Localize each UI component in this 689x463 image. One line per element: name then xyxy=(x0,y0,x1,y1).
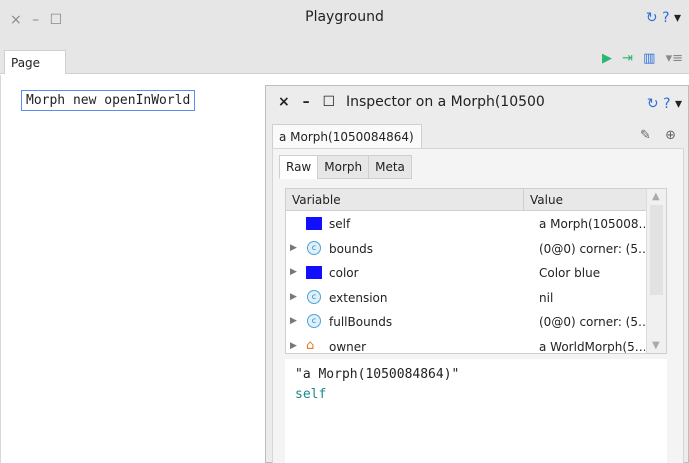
table-row[interactable]: ▶ c extension nil xyxy=(286,286,646,311)
playground-titlebar: × – ☐ Playground ↻ ? ▾ xyxy=(0,0,689,46)
more-icon[interactable]: ▾≡ xyxy=(666,51,683,66)
eval-code: self xyxy=(295,387,327,402)
table-rows: self a Morph(105008… ▶ c bounds (0@0) co… xyxy=(286,212,646,354)
help-button[interactable]: ? xyxy=(663,96,670,112)
variables-table: Variable Value self a Morph(105008… ▶ c … xyxy=(285,188,667,354)
blue-square-icon xyxy=(306,217,322,230)
variable-value: Color blue xyxy=(539,266,601,281)
window-title: Playground xyxy=(305,9,384,25)
magnifier-icon[interactable]: ⊕ xyxy=(665,128,676,143)
variable-name: color xyxy=(329,266,359,281)
table-row[interactable]: self a Morph(105008… xyxy=(286,212,646,237)
tab-morph[interactable]: Morph xyxy=(317,155,370,179)
code-line[interactable]: Morph new openInWorld xyxy=(21,90,196,111)
variable-name: owner xyxy=(329,339,367,354)
blue-square-icon xyxy=(306,266,322,280)
column-variable[interactable]: Variable xyxy=(292,193,341,207)
variable-name: extension xyxy=(329,290,388,305)
house-icon: ⌂ xyxy=(306,337,315,353)
menu-arrow-icon[interactable]: ▾ xyxy=(675,96,682,112)
variable-value: (0@0) corner: (5… xyxy=(539,315,645,330)
do-it-and-go-icon[interactable]: ⇥ xyxy=(622,51,633,66)
inspector-window: × – ☐ Inspector on a Morph(10500 ↻ ? ▾ a… xyxy=(265,85,689,463)
variable-value: nil xyxy=(539,290,554,305)
tab-raw[interactable]: Raw xyxy=(279,155,319,179)
code-text: Morph new openInWorld xyxy=(26,93,191,108)
scroll-down-icon[interactable]: ▼ xyxy=(652,340,660,351)
table-row[interactable]: ▶ c bounds (0@0) corner: (5… xyxy=(286,237,646,262)
variable-value: a WorldMorph(5… xyxy=(539,339,645,354)
scroll-up-icon[interactable]: ▲ xyxy=(652,191,660,202)
eval-result: "a Morph(1050084864)" xyxy=(295,367,460,382)
object-tools: ✎ ⊕ xyxy=(630,128,676,143)
playground-tabbar: Page ▶ ⇥ ▥ ▾≡ xyxy=(0,46,689,74)
inspector-title: Inspector on a Morph(10500 xyxy=(346,94,545,110)
inspector-titlebar: × – ☐ Inspector on a Morph(10500 ↻ ? ▾ xyxy=(266,86,689,120)
vertical-scrollbar[interactable]: ▲ ▼ xyxy=(646,189,666,353)
evaluator-pane[interactable]: "a Morph(1050084864)" self xyxy=(285,359,667,463)
inspector-body: Raw Morph Meta Variable Value self a Mor… xyxy=(272,148,684,463)
variable-name: self xyxy=(329,217,351,231)
class-circle-icon: c xyxy=(307,289,321,304)
sync-icon[interactable]: ↻ xyxy=(646,10,658,26)
tab-meta[interactable]: Meta xyxy=(368,155,412,179)
inspector-window-controls[interactable]: × – ☐ xyxy=(278,94,339,110)
tab-page[interactable]: Page xyxy=(4,50,66,74)
variable-name: fullBounds xyxy=(329,315,393,330)
variable-value: a Morph(105008… xyxy=(539,217,645,231)
table-row[interactable]: ▶ color Color blue xyxy=(286,261,646,286)
class-circle-icon: c xyxy=(307,314,321,329)
expand-triangle-icon[interactable]: ▶ xyxy=(290,243,297,253)
object-tab[interactable]: a Morph(1050084864) xyxy=(272,124,422,148)
menu-arrow-icon[interactable]: ▾ xyxy=(674,10,681,26)
playground-toolbar: ▶ ⇥ ▥ ▾≡ xyxy=(596,51,683,66)
table-row[interactable]: ▶ c fullBounds (0@0) corner: (5… xyxy=(286,310,646,335)
help-button[interactable]: ? xyxy=(662,10,669,26)
scroll-thumb[interactable] xyxy=(650,205,663,295)
variable-name: bounds xyxy=(329,241,374,256)
expand-triangle-icon[interactable]: ▶ xyxy=(290,316,297,326)
expand-triangle-icon[interactable]: ▶ xyxy=(290,341,297,351)
column-divider[interactable] xyxy=(523,189,524,211)
bindings-icon[interactable]: ▥ xyxy=(643,51,655,66)
edit-icon[interactable]: ✎ xyxy=(640,128,651,143)
table-header: Variable Value xyxy=(286,189,666,211)
table-row[interactable]: ▶ ⌂ owner a WorldMorph(5… xyxy=(286,335,646,354)
column-value[interactable]: Value xyxy=(530,193,563,207)
class-circle-icon: c xyxy=(307,240,321,255)
sync-icon[interactable]: ↻ xyxy=(647,96,659,112)
expand-triangle-icon[interactable]: ▶ xyxy=(290,267,297,277)
play-icon[interactable]: ▶ xyxy=(602,51,612,66)
variable-value: (0@0) corner: (5… xyxy=(539,241,645,256)
expand-triangle-icon[interactable]: ▶ xyxy=(290,292,297,302)
subtabs: Raw Morph Meta xyxy=(279,155,412,179)
